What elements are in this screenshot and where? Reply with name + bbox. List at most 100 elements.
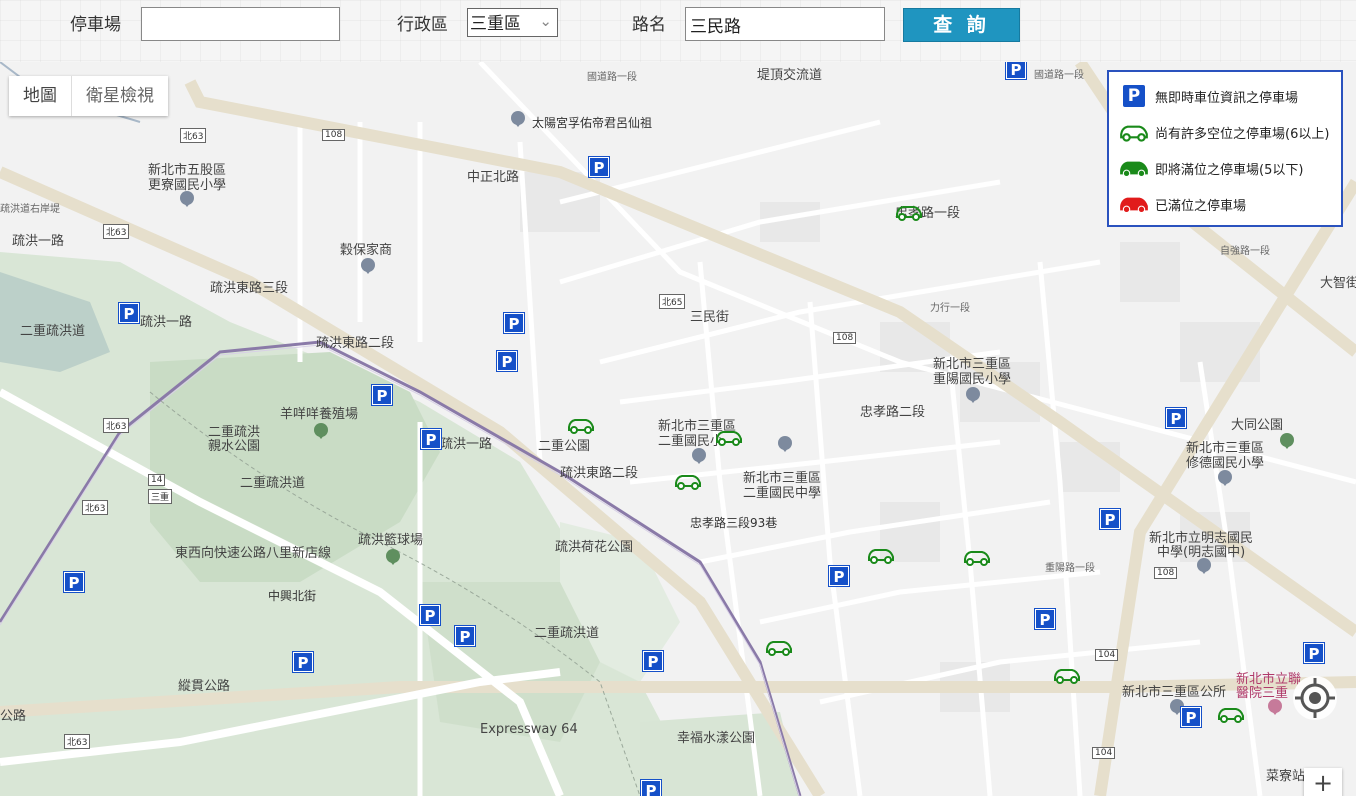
map-legend: P 無即時車位資訊之停車場 尚有許多空位之停車場(6以上) 即將滿位之停車場(5… (1107, 70, 1343, 227)
legend-text: 尚有許多空位之停車場(6以上) (1155, 126, 1330, 142)
car-outline-green-icon[interactable] (894, 202, 924, 222)
school-poi-icon (692, 448, 706, 464)
school-poi-icon (778, 436, 792, 452)
map-label: 堤頂交流道 (757, 68, 823, 83)
map-label: 重陽國民小學 (933, 372, 1012, 387)
school-poi-icon (966, 387, 980, 403)
route-shield: 北63 (82, 500, 109, 515)
car-outline-green-icon[interactable] (566, 415, 596, 435)
legend-row: 即將滿位之停車場(5以下) (1109, 150, 1341, 186)
parking-marker[interactable]: P (1181, 707, 1201, 727)
map-label: 疏洪東路二段 (560, 466, 639, 481)
map-label: 二重疏洪道 (20, 324, 86, 339)
parking-marker[interactable]: P (293, 652, 313, 672)
map-label: 太陽宮孚佑帝君呂仙祖 (532, 116, 653, 130)
parking-marker[interactable]: P (1304, 643, 1324, 663)
car-outline-green-icon[interactable] (962, 547, 992, 567)
legend-text: 已滿位之停車場 (1155, 198, 1247, 214)
parking-marker[interactable]: P (119, 303, 139, 323)
car-outline-green-icon[interactable] (1216, 704, 1246, 724)
school-poi-icon (361, 258, 375, 274)
map-canvas[interactable]: 地圖 衛星檢視 堤頂交流道 國道路一段 國道路一段 太陽宮孚佑帝君呂仙祖 中正北… (0, 62, 1356, 796)
park-poi-icon (386, 549, 400, 565)
school-poi-icon (1197, 558, 1211, 574)
map-label: 公路 (0, 709, 27, 724)
map-label: 菜寮站 (1266, 769, 1306, 784)
map-label: 穀保家商 (340, 243, 393, 258)
parking-marker[interactable]: P (420, 605, 440, 625)
locate-me-icon[interactable] (1292, 675, 1338, 721)
search-button[interactable]: 查 詢 (903, 8, 1020, 42)
map-label: 疏洪籃球場 (358, 533, 424, 548)
hospital-poi-icon (1268, 699, 1282, 715)
parking-icon: P (1123, 85, 1145, 107)
parking-marker[interactable]: P (643, 651, 663, 671)
route-shield: 北65 (659, 294, 686, 309)
parking-marker[interactable]: P (641, 780, 661, 796)
map-label: 二重公園 (538, 439, 591, 454)
car-outline-green-icon[interactable] (764, 637, 794, 657)
car-outline-green-icon[interactable] (1052, 665, 1082, 685)
map-label: 自強路一段 (1220, 246, 1270, 257)
map-label: 二重國民中學 (743, 486, 822, 501)
route-shield: 北63 (103, 224, 130, 239)
route-shield: 108 (833, 332, 857, 344)
parking-marker[interactable]: P (504, 313, 524, 333)
map-label: 中興北街 (268, 589, 317, 603)
parking-marker[interactable]: P (64, 572, 84, 592)
car-outline-green-icon[interactable] (673, 471, 703, 491)
map-view-button[interactable]: 地圖 (9, 76, 71, 116)
parking-marker[interactable]: P (1006, 62, 1026, 79)
route-shield: 108 (1154, 567, 1178, 579)
route-shield: 北63 (103, 418, 130, 433)
map-label: 疏洪一路 (440, 437, 493, 452)
parking-marker[interactable]: P (1166, 408, 1186, 428)
parking-marker[interactable]: P (372, 385, 392, 405)
legend-row: 尚有許多空位之停車場(6以上) (1109, 114, 1341, 150)
car-outline-green-icon[interactable] (714, 427, 744, 447)
map-label: 國道路一段 (587, 72, 637, 83)
car-outline-green-icon[interactable] (866, 545, 896, 565)
map-label: 東西向快速公路八里新店線 (175, 546, 332, 561)
temple-poi-icon (511, 111, 525, 127)
map-label: 三民街 (690, 310, 730, 325)
map-label: 二重疏洪道 (240, 476, 306, 491)
map-label: 力行一段 (930, 303, 970, 314)
map-label: 疏洪東路二段 (316, 336, 395, 351)
zoom-in-button[interactable]: + (1304, 768, 1342, 796)
route-shield: 北63 (64, 734, 91, 749)
parking-marker[interactable]: P (589, 157, 609, 177)
school-poi-icon (1218, 470, 1232, 486)
parking-marker[interactable]: P (1035, 609, 1055, 629)
legend-row: P 無即時車位資訊之停車場 (1109, 78, 1341, 114)
road-input[interactable] (685, 7, 885, 41)
legend-text: 即將滿位之停車場(5以下) (1155, 162, 1304, 178)
map-label: 忠孝路三段93巷 (690, 516, 778, 530)
map-label: 疏洪荷花公園 (555, 540, 634, 555)
car-outline-green-icon (1120, 125, 1148, 142)
map-label: 大智街 (1320, 276, 1356, 291)
park-poi-icon (314, 423, 328, 439)
satellite-view-button[interactable]: 衛星檢視 (71, 76, 168, 116)
parking-marker[interactable]: P (829, 566, 849, 586)
map-label: 疏洪一路 (140, 315, 193, 330)
map-label: 中正北路 (467, 170, 520, 185)
chevron-down-icon: ⌄ (539, 12, 552, 30)
district-select[interactable]: 三重區 ⌄ (467, 8, 558, 37)
parking-input[interactable] (141, 7, 340, 41)
parking-marker[interactable]: P (1100, 509, 1120, 529)
map-label: 羊咩咩養殖場 (280, 407, 359, 422)
map-label: 國道路一段 (1034, 70, 1084, 81)
map-label: 二重疏洪道 (534, 626, 600, 641)
route-shield: 104 (1092, 747, 1116, 759)
map-label: 親水公園 (208, 439, 261, 454)
parking-marker[interactable]: P (455, 626, 475, 646)
parking-marker[interactable]: P (497, 351, 517, 371)
map-label: 縱貫公路 (178, 679, 231, 694)
legend-text: 無即時車位資訊之停車場 (1155, 90, 1299, 106)
legend-row: 已滿位之停車場 (1109, 186, 1341, 222)
car-filled-red-icon (1120, 197, 1148, 214)
map-label: 忠孝路二段 (860, 405, 926, 420)
parking-marker[interactable]: P (421, 429, 441, 449)
map-label: 疏洪道右岸堤 (0, 204, 60, 215)
